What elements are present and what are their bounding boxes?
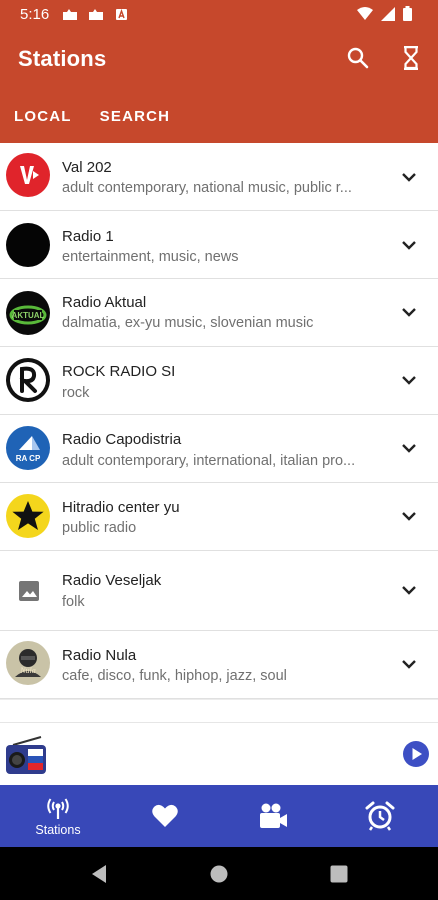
nav-label: Stations [35,822,81,837]
station-name: Radio 1 [62,228,114,245]
nav-stations[interactable]: Stations [3,785,113,847]
tab-bar: LOCAL SEARCH [0,104,184,140]
nav-alarm[interactable] [325,785,435,847]
val202-logo [6,153,50,197]
station-tags: rock [62,385,90,401]
station-tags: cafe, disco, funk, hiphop, jazz, soul [62,668,287,684]
tab-local[interactable]: LOCAL [0,104,86,140]
station-row[interactable]: ROCK RADIO SI rock [0,347,438,415]
status-indicators [357,6,412,21]
status-time: 5:16 [20,6,50,23]
radio-slovenia-icon[interactable] [5,735,47,775]
station-name: Val 202 [62,159,112,176]
chevron-down-icon[interactable] [400,581,418,599]
chevron-down-icon[interactable] [400,303,418,321]
chevron-down-icon[interactable] [400,371,418,389]
station-tags: entertainment, music, news [62,249,239,265]
radio1-logo [6,223,50,267]
play-icon[interactable] [402,740,430,768]
chevron-down-icon[interactable] [400,655,418,673]
station-tags: adult contemporary, international, itali… [62,453,356,469]
svg-text:AKTUAL: AKTUAL [12,311,45,320]
station-name: Radio Capodistria [62,431,182,448]
rock-radio-logo [6,358,50,402]
nav-favorites[interactable] [110,785,220,847]
cellular-signal-icon [381,6,395,21]
page-title: Stations [18,46,107,71]
station-row[interactable]: Radio Veseljak folk [0,551,438,631]
image-placeholder-icon [19,581,39,601]
chevron-down-icon[interactable] [400,439,418,457]
app-bar: Stations LOCAL SEARCH [0,30,438,143]
station-tags: adult contemporary, national music, publ… [62,180,352,196]
station-tags: dalmatia, ex-yu music, slovenian music [62,315,314,331]
chevron-down-icon[interactable] [400,168,418,186]
station-name: ROCK RADIO SI [62,363,176,380]
notification-icon [89,9,103,20]
station-list: Val 202 adult contemporary, national mus… [0,143,438,699]
station-tags: folk [62,594,85,610]
heart-icon [152,804,178,827]
back-icon[interactable] [90,864,108,884]
star-logo [6,494,50,538]
home-icon[interactable] [210,865,228,883]
notification-icon [63,9,77,20]
alarm-clock-icon [365,801,395,831]
station-name: Radio Aktual [62,294,147,311]
search-icon[interactable] [344,44,372,72]
broadcast-icon [47,797,69,819]
notification-icon [116,8,127,20]
station-row[interactable]: AKTUAL Radio Aktual dalmatia, ex-yu musi… [0,279,438,347]
svg-text:Nula: Nula [19,666,36,675]
app-root: 5:16 Stations LOCAL SEARCH Val 202 adult… [0,0,438,900]
svg-text:RA CP: RA CP [16,454,41,463]
radio-capodistria-logo: RA CP [6,426,50,470]
system-navigation-bar [0,847,438,900]
station-name: Radio Veseljak [62,572,162,589]
tab-search[interactable]: SEARCH [86,104,185,140]
battery-icon [403,6,412,21]
video-camera-icon [260,803,287,828]
station-name: Hitradio center yu [62,499,180,516]
station-row[interactable]: Nula Radio Nula cafe, disco, funk, hipho… [0,631,438,699]
station-row[interactable]: RA CP Radio Capodistria adult contempora… [0,415,438,483]
wifi-icon [357,7,373,20]
recents-icon[interactable] [330,865,348,883]
station-row[interactable]: Radio 1 entertainment, music, news [0,211,438,279]
mini-player [0,722,438,785]
radio-aktual-logo: AKTUAL [6,291,50,335]
station-row[interactable]: Val 202 adult contemporary, national mus… [0,143,438,211]
chevron-down-icon[interactable] [400,507,418,525]
nav-recordings[interactable] [218,785,328,847]
chevron-down-icon[interactable] [400,236,418,254]
hourglass-icon[interactable] [397,44,425,72]
station-row[interactable]: Hitradio center yu public radio [0,483,438,551]
station-name: Radio Nula [62,647,137,664]
status-bar: 5:16 [0,0,438,30]
radio-nula-logo: Nula [6,641,50,685]
bottom-navigation: Stations [0,785,438,847]
station-tags: public radio [62,520,137,536]
